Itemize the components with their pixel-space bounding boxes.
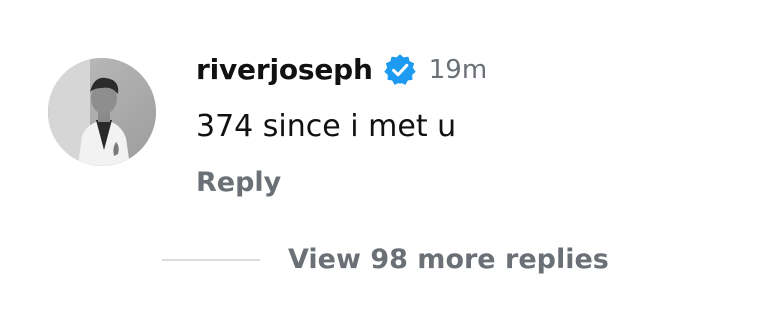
profile-avatar[interactable]: [48, 58, 156, 166]
view-more-replies-button[interactable]: View 98 more replies: [288, 244, 609, 276]
verified-badge-icon: [383, 53, 417, 87]
reply-button[interactable]: Reply: [196, 168, 281, 198]
comment-content: riverjoseph 19m 374 since i met u Reply: [196, 54, 736, 198]
comment-header: riverjoseph 19m: [196, 54, 736, 85]
profile-avatar-image: [48, 58, 156, 166]
replies-divider: [162, 259, 260, 261]
username-link[interactable]: riverjoseph: [196, 56, 373, 84]
view-replies-row: View 98 more replies: [162, 244, 609, 276]
comment-text: 374 since i met u: [196, 109, 457, 144]
comment-item: riverjoseph 19m 374 since i met u Reply: [48, 54, 748, 218]
comment-timestamp: 19m: [428, 55, 488, 85]
